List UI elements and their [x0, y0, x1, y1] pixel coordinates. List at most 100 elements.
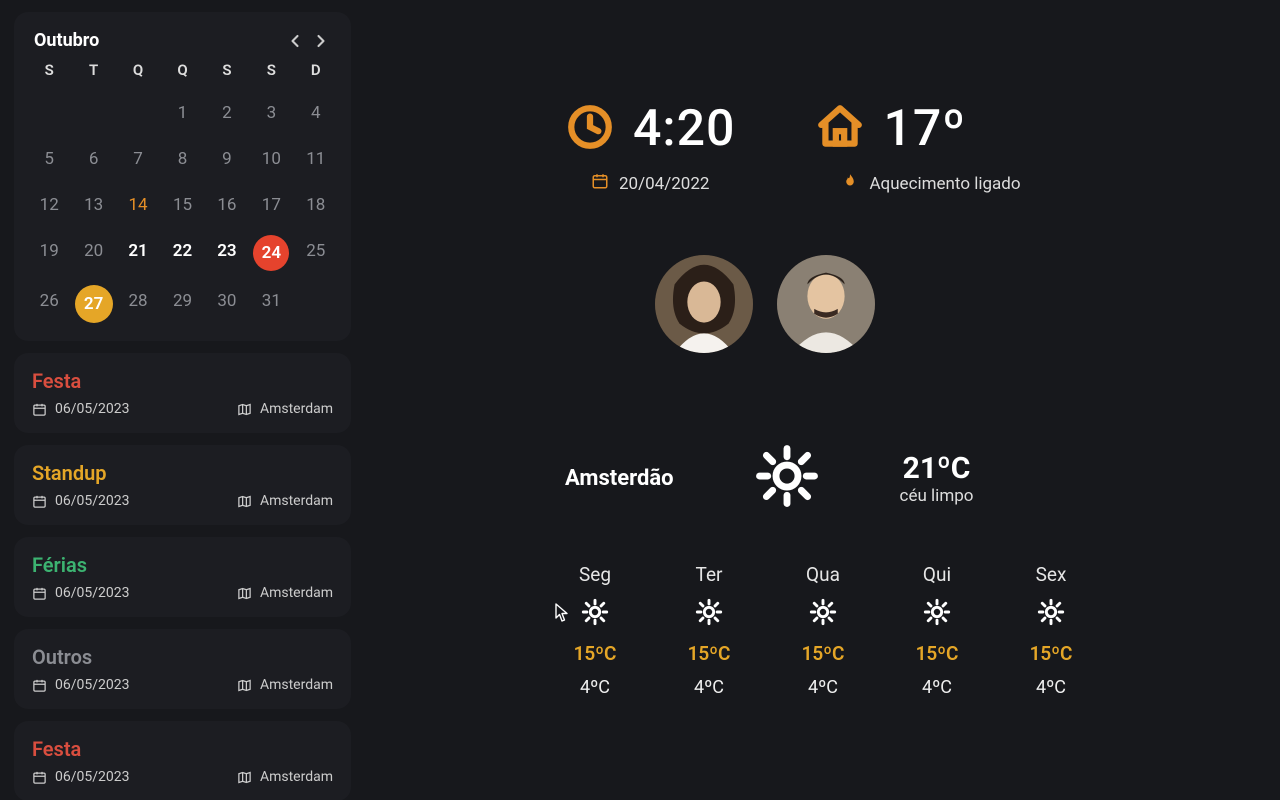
calendar-day[interactable]: 18	[306, 189, 325, 221]
map-icon	[237, 678, 252, 693]
forecast-day-name: Qui	[923, 563, 951, 586]
forecast-day: Sex15ºC4ºC	[1021, 563, 1081, 698]
calendar-dow: Q	[117, 61, 159, 83]
calendar-card: Outubro STQQSSD1234567891011121314151617…	[14, 12, 351, 341]
calendar-day[interactable]: 4	[311, 97, 321, 129]
calendar-icon	[32, 770, 47, 785]
event-title: Standup	[32, 461, 333, 485]
calendar-day[interactable]: 26	[40, 285, 59, 317]
calendar-dow: T	[72, 61, 114, 83]
event-title: Festa	[32, 369, 333, 393]
calendar-day[interactable]: 5	[44, 143, 54, 175]
calendar-day[interactable]: 8	[178, 143, 188, 175]
calendar-day[interactable]: 17	[262, 189, 281, 221]
calendar-icon	[32, 586, 47, 601]
event-location: Amsterdam	[260, 677, 333, 693]
calendar-day[interactable]: 7	[133, 143, 143, 175]
calendar-month-label: Outubro	[34, 30, 99, 51]
event-card[interactable]: Festa06/05/2023Amsterdam	[14, 353, 351, 433]
chevron-left-icon	[285, 31, 305, 51]
calendar-dow: S	[28, 61, 70, 83]
calendar-dow: S	[206, 61, 248, 83]
calendar-day[interactable]: 23	[217, 235, 236, 267]
forecast-day: Seg15ºC4ºC	[565, 563, 625, 698]
map-icon	[237, 586, 252, 601]
event-card[interactable]: Férias 06/05/2023 Amsterdam	[14, 537, 351, 617]
calendar-day[interactable]: 15	[173, 189, 192, 221]
calendar-day[interactable]: 31	[262, 285, 281, 317]
calendar-day[interactable]: 29	[173, 285, 192, 317]
event-title: Férias	[32, 553, 333, 577]
home-temp: 17º	[883, 100, 966, 158]
event-location: Amsterdam	[260, 401, 333, 417]
event-card[interactable]: Standup 06/05/2023 Amsterdam	[14, 445, 351, 525]
forecast-day-name: Ter	[696, 563, 723, 586]
calendar-day[interactable]: 28	[129, 285, 148, 317]
clock-icon	[565, 102, 615, 156]
sun-icon	[923, 598, 951, 630]
calendar-dow: S	[250, 61, 292, 83]
event-date: 06/05/2023	[55, 677, 130, 693]
weather-city: Amsterdão	[565, 466, 674, 491]
calendar-day[interactable]: 14	[129, 189, 148, 221]
forecast-low: 4ºC	[808, 677, 838, 698]
calendar-day[interactable]: 25	[306, 235, 325, 267]
calendar-day[interactable]: 19	[40, 235, 59, 267]
fire-icon	[841, 172, 859, 195]
calendar-day[interactable]: 22	[173, 235, 192, 267]
calendar-prev-button[interactable]	[285, 31, 305, 51]
event-card[interactable]: Festa 06/05/2023 Amsterdam	[14, 721, 351, 800]
calendar-icon	[32, 494, 47, 509]
event-location: Amsterdam	[260, 585, 333, 601]
event-location: Amsterdam	[260, 493, 333, 509]
forecast-low: 4ºC	[1036, 677, 1066, 698]
sun-icon	[809, 598, 837, 630]
calendar-day[interactable]: 16	[217, 189, 236, 221]
map-icon	[237, 494, 252, 509]
forecast-day-name: Seg	[579, 563, 611, 586]
calendar-dow: Q	[161, 61, 203, 83]
calendar-day[interactable]: 13	[84, 189, 103, 221]
calendar-day[interactable]: 2	[222, 97, 232, 129]
chevron-right-icon	[311, 31, 331, 51]
forecast-high: 15ºC	[1030, 642, 1073, 665]
calendar-icon	[32, 678, 47, 693]
forecast-day: Qui15ºC4ºC	[907, 563, 967, 698]
event-date: 06/05/2023	[55, 493, 130, 509]
house-icon	[815, 102, 865, 156]
avatar-2[interactable]	[777, 255, 875, 353]
calendar-day[interactable]: 21	[128, 235, 147, 267]
calendar-day[interactable]: 27	[75, 285, 113, 323]
calendar-day[interactable]: 6	[89, 143, 99, 175]
calendar-day[interactable]: 1	[178, 97, 188, 129]
avatar-1[interactable]	[655, 255, 753, 353]
calendar-dow: D	[295, 61, 337, 83]
stats-row: 4:20 20/04/2022 17º Aquecimento liga	[565, 100, 1220, 195]
event-date: 06/05/2023	[55, 769, 130, 785]
calendar-day[interactable]: 11	[306, 143, 325, 175]
event-card[interactable]: Outros06/05/2023Amsterdam	[14, 629, 351, 709]
sun-icon	[1037, 598, 1065, 630]
forecast-low: 4ºC	[580, 677, 610, 698]
avatar-row	[655, 255, 1220, 353]
calendar-day[interactable]: 24	[253, 235, 289, 271]
clock-date: 20/04/2022	[619, 174, 709, 194]
calendar-day[interactable]: 10	[262, 143, 281, 175]
calendar-day[interactable]: 20	[84, 235, 103, 267]
forecast-low: 4ºC	[694, 677, 724, 698]
forecast-high: 15ºC	[916, 642, 959, 665]
map-icon	[237, 770, 252, 785]
sun-icon	[695, 598, 723, 630]
event-title: Festa	[32, 737, 333, 761]
forecast-row: Seg15ºC4ºCTer15ºC4ºCQua15ºC4ºCQui15ºC4ºC…	[565, 563, 1220, 698]
calendar-next-button[interactable]	[311, 31, 331, 51]
clock-stat: 4:20 20/04/2022	[565, 100, 735, 195]
calendar-day[interactable]: 3	[267, 97, 277, 129]
calendar-icon	[32, 402, 47, 417]
calendar-day[interactable]: 30	[217, 285, 236, 317]
calendar-day[interactable]: 9	[222, 143, 232, 175]
event-date: 06/05/2023	[55, 585, 130, 601]
calendar-day[interactable]: 12	[40, 189, 59, 221]
event-location: Amsterdam	[260, 769, 333, 785]
weather-desc: céu limpo	[900, 486, 974, 506]
